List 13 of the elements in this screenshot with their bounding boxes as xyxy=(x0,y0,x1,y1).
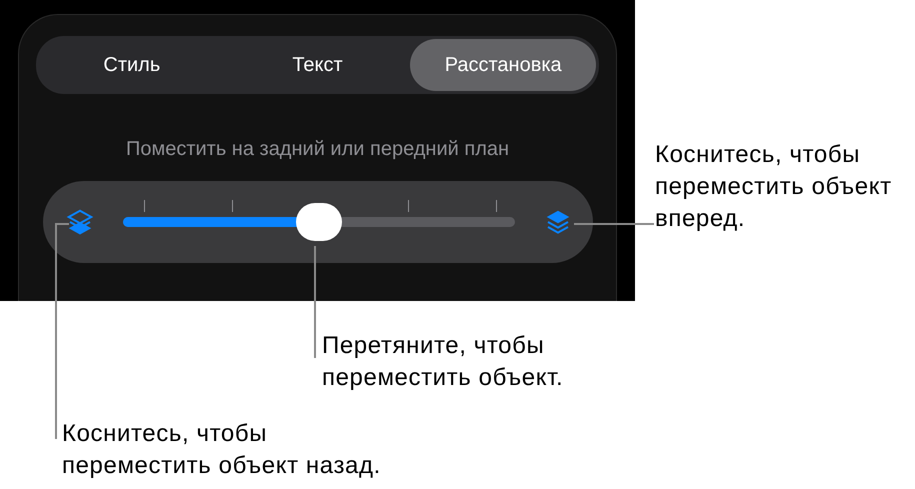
callout-text: Перетяните, чтобы переместить объект. xyxy=(322,331,564,393)
tick-mark xyxy=(408,200,409,212)
send-backward-icon[interactable] xyxy=(65,207,95,237)
tick-mark xyxy=(496,200,498,212)
callout-text: Коснитесь, чтобы переместить объект назад. xyxy=(62,419,382,481)
slider-thumb[interactable] xyxy=(296,203,342,241)
tick-mark xyxy=(232,200,233,212)
tick-mark xyxy=(144,200,145,212)
tab[interactable]: Текст xyxy=(224,39,410,91)
section-label: Поместить на задний или передний план xyxy=(124,138,510,161)
callout-text: Коснитесь, чтобы переместить объект вперед. xyxy=(655,140,893,234)
tab[interactable]: Стиль xyxy=(39,39,225,91)
tab[interactable]: Расстановка xyxy=(410,39,596,91)
